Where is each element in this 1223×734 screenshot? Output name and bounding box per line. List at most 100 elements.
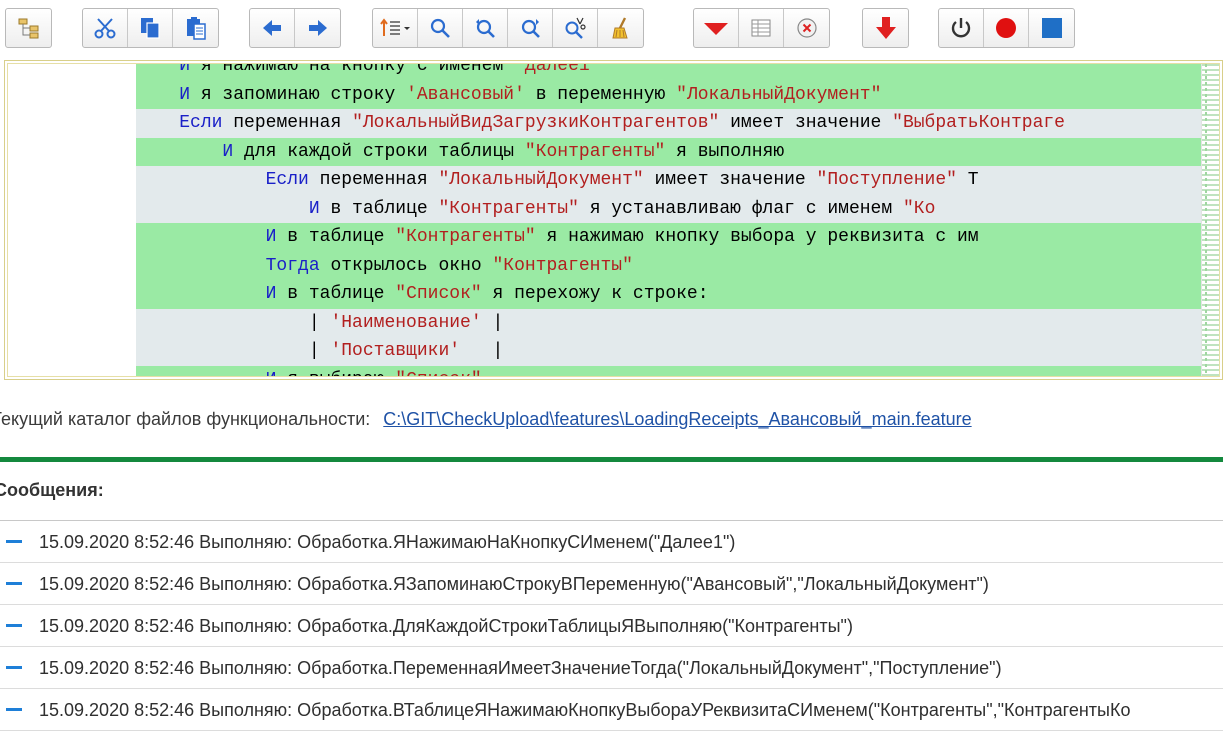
feature-file-link[interactable]: C:\GIT\CheckUpload\features\LoadingRecei… bbox=[383, 409, 971, 429]
red-dropdown-icon bbox=[704, 23, 728, 35]
message-text: 15.09.2020 8:52:46 Выполняю: Обработка.Я… bbox=[39, 574, 989, 594]
code-text: имеет значение bbox=[643, 170, 817, 190]
code-line[interactable]: И в таблице "Список" я перехожу к строке… bbox=[136, 280, 1202, 309]
stop-button[interactable] bbox=[1029, 9, 1074, 47]
clear-button[interactable] bbox=[598, 9, 643, 47]
close-button[interactable] bbox=[784, 9, 829, 47]
message-text: 15.09.2020 8:52:46 Выполняю: Обработка.Д… bbox=[39, 616, 853, 636]
code-line[interactable]: И я нажимаю на кнопку с именем 'Далее1' bbox=[136, 63, 1202, 81]
code-text: переменная bbox=[222, 113, 353, 133]
message-text: 15.09.2020 8:52:46 Выполняю: Обработка.П… bbox=[39, 658, 1002, 678]
code-text: | bbox=[460, 341, 504, 361]
messages-title: Сообщения: bbox=[0, 480, 104, 500]
sort-list-dropdown-icon bbox=[380, 18, 410, 36]
collapse-dash-icon[interactable] bbox=[6, 624, 22, 627]
search-previous-icon bbox=[476, 19, 495, 38]
dropdown-menu-button[interactable] bbox=[694, 9, 739, 47]
code-string: "ВыбратьКонтраге bbox=[892, 113, 1065, 133]
collapse-dash-icon[interactable] bbox=[6, 540, 22, 543]
code-keyword: И bbox=[265, 227, 277, 247]
forward-button[interactable] bbox=[295, 9, 340, 47]
feature-editor[interactable]: И я нажимаю на кнопку с именем 'Далее1' … bbox=[4, 60, 1223, 380]
code-line[interactable]: Тогда открылось окно "Контрагенты" bbox=[136, 251, 1202, 280]
code-text: | bbox=[308, 341, 331, 361]
message-row[interactable]: 15.09.2020 8:52:46 Выполняю: Обработка.Я… bbox=[0, 521, 1223, 563]
copy-button[interactable] bbox=[128, 9, 173, 47]
collapse-dash-icon[interactable] bbox=[6, 708, 22, 711]
code-string: "Контрагенты" bbox=[524, 141, 666, 162]
code-text: я нажимаю на кнопку с именем bbox=[190, 63, 515, 76]
execute-down-button[interactable] bbox=[863, 9, 908, 47]
message-row[interactable]: 15.09.2020 8:52:46 Выполняю: Обработка.Д… bbox=[0, 605, 1223, 647]
code-area[interactable]: И я нажимаю на кнопку с именем 'Далее1' … bbox=[136, 63, 1202, 377]
code-line[interactable]: И в таблице "Контрагенты" я устанавливаю… bbox=[136, 194, 1202, 223]
code-keyword: И bbox=[222, 141, 234, 162]
code-string: 'Авансовый' bbox=[406, 84, 525, 105]
code-line[interactable]: И в таблице "Контрагенты" я нажимаю кноп… bbox=[136, 223, 1202, 252]
code-string: "Список" bbox=[395, 284, 482, 304]
code-text: я перехожу к строке: bbox=[481, 284, 709, 304]
collapse-dash-icon[interactable] bbox=[6, 666, 22, 669]
code-keyword: Если bbox=[179, 113, 223, 133]
code-string: 'Далее1' bbox=[514, 63, 601, 76]
editor-gutter bbox=[8, 64, 136, 376]
red-down-arrow-icon bbox=[875, 17, 896, 39]
search-next-icon bbox=[521, 19, 540, 38]
code-string: "Контрагенты" bbox=[492, 255, 633, 276]
code-text: в таблице bbox=[276, 227, 396, 247]
paste-button[interactable] bbox=[173, 9, 218, 47]
toolbar-group-execute bbox=[862, 8, 909, 48]
code-line[interactable]: И я выбираю "Список" bbox=[136, 365, 1202, 377]
path-label: Текущий каталог файлов функциональности: bbox=[0, 409, 371, 429]
toolbar-group-search bbox=[372, 8, 644, 48]
toolbar-group-structure bbox=[5, 8, 52, 48]
message-row[interactable]: 15.09.2020 8:52:46 Выполняю: Обработка.П… bbox=[0, 647, 1223, 689]
structure-button[interactable] bbox=[6, 9, 51, 47]
code-keyword: И bbox=[179, 63, 191, 76]
code-text: в таблице bbox=[276, 284, 396, 304]
sort-dropdown-button[interactable] bbox=[373, 9, 418, 47]
editor-minimap[interactable] bbox=[1201, 64, 1219, 376]
code-text: я выбираю bbox=[276, 370, 395, 377]
record-icon bbox=[996, 18, 1016, 38]
code-text: в переменную bbox=[524, 84, 677, 105]
code-keyword: И bbox=[265, 284, 277, 304]
copy-icon bbox=[141, 18, 160, 39]
code-string: "Ко bbox=[902, 198, 936, 219]
code-string: "Поступление" bbox=[816, 170, 957, 190]
code-text: | bbox=[481, 312, 504, 333]
code-text: | bbox=[308, 312, 331, 333]
find-button[interactable] bbox=[418, 9, 463, 47]
code-line[interactable]: И я запоминаю строку 'Авансовый' в перем… bbox=[136, 80, 1202, 109]
power-button[interactable] bbox=[939, 9, 984, 47]
code-string: "Список" bbox=[395, 370, 481, 377]
code-line[interactable]: Если переменная "ЛокальныйВидЗагрузкиКон… bbox=[136, 109, 1202, 138]
toolbar-group-recording bbox=[938, 8, 1075, 48]
code-line[interactable]: И для каждой строки таблицы "Контрагенты… bbox=[136, 137, 1202, 166]
message-row[interactable]: 15.09.2020 8:52:46 Выполняю: Обработка.В… bbox=[0, 689, 1223, 731]
message-row[interactable]: 15.09.2020 8:52:46 Выполняю: Обработка.Я… bbox=[0, 563, 1223, 605]
find-previous-button[interactable] bbox=[463, 9, 508, 47]
find-next-button[interactable] bbox=[508, 9, 553, 47]
collapse-dash-icon[interactable] bbox=[6, 582, 22, 585]
code-line[interactable]: | 'Поставщики' | bbox=[136, 337, 1202, 366]
replace-icon bbox=[565, 17, 586, 39]
replace-button[interactable] bbox=[553, 9, 598, 47]
cut-button[interactable] bbox=[83, 9, 128, 47]
code-text: я устанавливаю флаг с именем bbox=[578, 198, 903, 219]
arrow-right-icon bbox=[308, 20, 327, 36]
message-text: 15.09.2020 8:52:46 Выполняю: Обработка.В… bbox=[39, 700, 1131, 720]
code-string: 'Поставщики' bbox=[330, 341, 461, 361]
back-button[interactable] bbox=[250, 9, 295, 47]
code-line[interactable]: | 'Наименование' | bbox=[136, 308, 1202, 337]
feature-path-row: Текущий каталог файлов функциональности:… bbox=[0, 406, 972, 432]
code-text: я выполняю bbox=[665, 141, 785, 162]
code-line[interactable]: Если переменная "ЛокальныйДокумент" имее… bbox=[136, 166, 1202, 195]
code-string: "ЛокальныйДокумент" bbox=[676, 84, 882, 105]
table-icon bbox=[751, 19, 771, 37]
code-string: "ЛокальныйВидЗагрузкиКонтрагентов" bbox=[352, 113, 720, 133]
code-text: я запоминаю строку bbox=[190, 84, 407, 105]
table-button[interactable] bbox=[739, 9, 784, 47]
broom-icon bbox=[611, 17, 628, 39]
record-button[interactable] bbox=[984, 9, 1029, 47]
